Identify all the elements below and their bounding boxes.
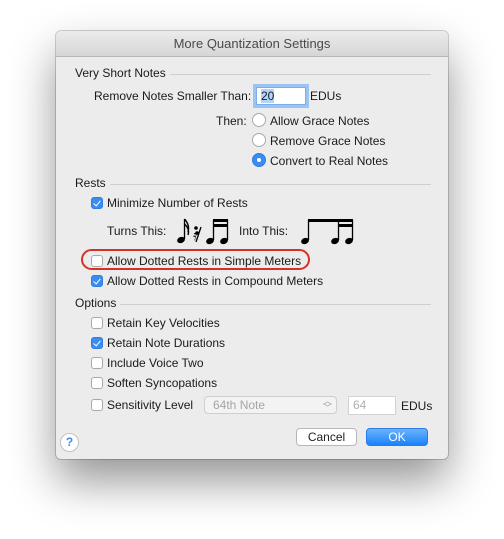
into-this-label: Into This: (239, 224, 289, 238)
divider (109, 183, 431, 185)
checkbox-label: Sensitivity Level (107, 398, 194, 412)
up-down-arrows-icon: ︿ ﹀ (322, 396, 332, 413)
checkbox-label: Allow Dotted Rests in Compound Meters (107, 274, 324, 288)
radio-button[interactable] (252, 113, 266, 127)
section-heading: Very Short Notes (75, 66, 166, 80)
remove-notes-value: 20 (261, 89, 275, 103)
window-title: More Quantization Settings (56, 31, 448, 57)
radio-label: Allow Grace Notes (270, 114, 370, 128)
then-label: Then: (216, 114, 247, 128)
quantization-dialog: More Quantization Settings Very Short No… (56, 31, 448, 459)
remove-notes-input[interactable]: 20 (256, 87, 306, 105)
ok-button[interactable]: OK (366, 428, 428, 446)
turns-this-label: Turns This: (107, 224, 167, 238)
radio-button[interactable] (252, 153, 266, 167)
checkbox[interactable] (91, 275, 103, 287)
checkbox[interactable] (91, 337, 103, 349)
section-rests: Rests (75, 176, 431, 190)
divider (169, 73, 431, 75)
checkbox-label: Retain Key Velocities (107, 316, 220, 330)
radio-label: Convert to Real Notes (270, 154, 389, 168)
help-button[interactable]: ? (60, 433, 79, 452)
section-heading: Options (75, 296, 117, 310)
checkbox[interactable] (91, 399, 103, 411)
sensitivity-value: 64 (353, 398, 367, 412)
question-mark-icon: ? (65, 435, 74, 449)
checkbox-label: Soften Syncopations (107, 376, 218, 390)
section-options: Options (75, 296, 431, 310)
checkbox-label: Retain Note Durations (107, 336, 226, 350)
radio-button[interactable] (252, 133, 266, 147)
checkbox[interactable] (91, 357, 103, 369)
sensitivity-edus-input[interactable]: 64 (348, 396, 396, 415)
checkbox[interactable] (91, 255, 103, 267)
section-heading: Rests (75, 176, 106, 190)
checkbox-label: Minimize Number of Rests (107, 196, 248, 210)
divider (120, 303, 431, 305)
checkbox-label: Allow Dotted Rests in Simple Meters (107, 254, 302, 268)
popup-value: 64th Note (213, 398, 266, 412)
into-this-notation-icon (301, 219, 354, 245)
sensitivity-edus-unit: EDUs (401, 399, 433, 413)
checkbox-label: Include Voice Two (107, 356, 204, 370)
sensitivity-popup[interactable]: 64th Note ︿ ﹀ (204, 396, 337, 414)
radio-label: Remove Grace Notes (270, 134, 386, 148)
checkbox[interactable] (91, 317, 103, 329)
edus-unit-label: EDUs (310, 89, 342, 103)
checkbox[interactable] (91, 197, 103, 209)
checkbox[interactable] (91, 377, 103, 389)
cancel-button[interactable]: Cancel (296, 428, 357, 446)
section-very-short-notes: Very Short Notes (75, 66, 431, 80)
turns-this-notation-icon: 𝄿 (177, 218, 229, 245)
remove-notes-label: Remove Notes Smaller Than: (94, 89, 252, 103)
